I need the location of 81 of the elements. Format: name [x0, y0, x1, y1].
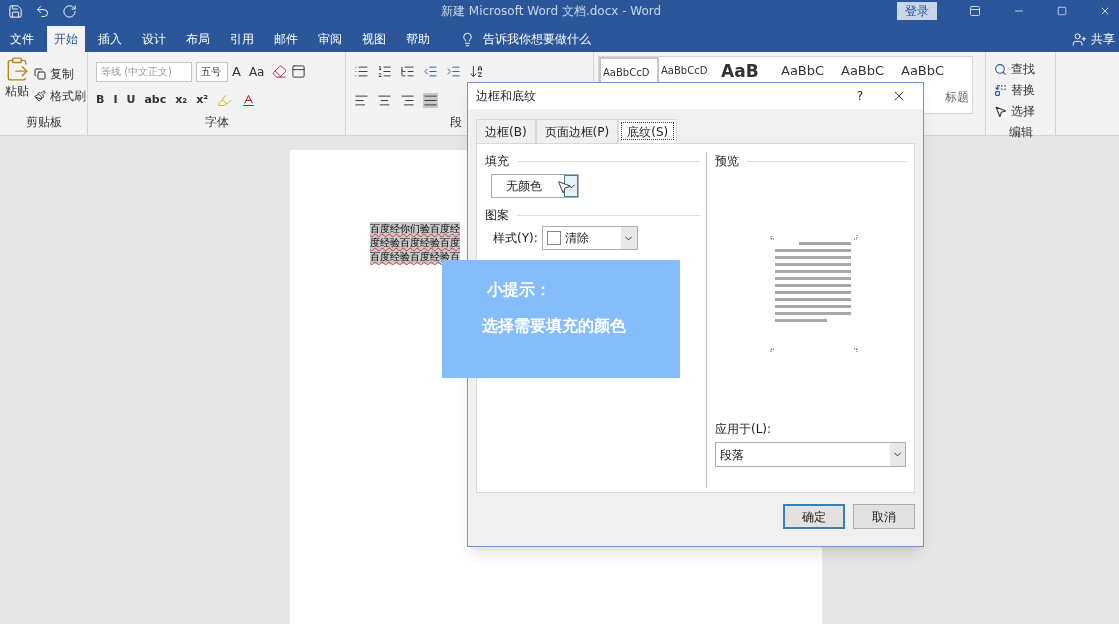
ribbon-display-icon[interactable]: [969, 5, 981, 17]
sort-icon[interactable]: [469, 64, 484, 80]
align-center-icon[interactable]: [377, 92, 392, 108]
group-label: 编辑: [1007, 124, 1034, 141]
undo-icon[interactable]: [35, 3, 50, 19]
dialog-tab[interactable]: 底纹(S): [618, 119, 678, 143]
ribbon-tab[interactable]: 插入: [91, 26, 129, 52]
section-heading: 填充: [485, 153, 509, 170]
pointer-icon: [994, 104, 1007, 118]
ribbon-tab[interactable]: 开始: [47, 26, 85, 52]
help-button[interactable]: ?: [856, 87, 863, 105]
pattern-style-dropdown[interactable]: 清除: [541, 226, 638, 250]
copy-button[interactable]: 复制: [34, 65, 86, 83]
tell-me-field[interactable]: 告诉我你想要做什么: [460, 26, 591, 52]
search-icon: [994, 62, 1007, 76]
eraser-icon[interactable]: [272, 64, 288, 80]
bullet-list-icon[interactable]: [354, 64, 369, 80]
case-button[interactable]: Aa: [248, 62, 265, 81]
user-icon: [1072, 31, 1087, 47]
window-title: 新建 Microsoft Word 文档.docx - Word: [441, 3, 662, 20]
ribbon-tab[interactable]: 邮件: [267, 26, 305, 52]
brush-icon: [34, 90, 46, 102]
dialog-tab[interactable]: 边框(B): [476, 119, 536, 143]
format-painter-button[interactable]: 格式刷: [34, 87, 86, 105]
lightbulb-icon: [460, 31, 475, 47]
copy-icon: [34, 68, 46, 80]
section-heading: 图案: [485, 207, 509, 224]
format-button[interactable]: U: [126, 92, 136, 109]
tip-text: 选择需要填充的颜色: [482, 315, 627, 337]
format-button[interactable]: x₂: [175, 92, 188, 109]
grow-font-button[interactable]: A: [232, 62, 241, 82]
cancel-button[interactable]: 取消: [853, 504, 915, 529]
replace-icon: [994, 83, 1007, 97]
replace-button[interactable]: 替换: [994, 81, 1047, 99]
mouse-cursor-icon: [556, 179, 572, 195]
ribbon-tab[interactable]: 帮助: [399, 26, 437, 52]
group-label: 段: [450, 114, 462, 131]
field-label: 应用于(L):: [715, 421, 773, 438]
dialog-title: 边框和底纹: [476, 88, 536, 105]
font-color-icon[interactable]: [241, 92, 257, 108]
document-text: 度经验百度经验百度: [370, 236, 460, 250]
font-size-field[interactable]: 五号: [196, 61, 228, 82]
ok-button[interactable]: 确定: [783, 504, 845, 529]
justify-icon[interactable]: [423, 92, 438, 108]
dialog-tab[interactable]: 页面边框(P): [535, 119, 619, 143]
format-button[interactable]: abc: [144, 92, 167, 109]
decrease-indent-icon[interactable]: [423, 64, 438, 80]
format-button[interactable]: B: [96, 92, 105, 109]
numbered-list-icon[interactable]: [377, 64, 392, 80]
field-label: 样式(Y):: [493, 230, 538, 247]
border-text-icon[interactable]: [291, 64, 307, 80]
redo-icon[interactable]: [62, 3, 77, 19]
format-button[interactable]: I: [113, 92, 118, 109]
paste-button[interactable]: 粘贴: [4, 56, 30, 113]
group-label: 字体: [203, 114, 230, 131]
document-text: 百度经你们验百度经: [370, 222, 460, 236]
apply-to-dropdown[interactable]: 段落: [715, 442, 906, 467]
close-icon[interactable]: [1099, 5, 1111, 17]
ribbon-tab[interactable]: 审阅: [311, 26, 349, 52]
style-caption: 标题: [945, 89, 969, 106]
group-label: 剪贴板: [24, 114, 63, 131]
multilevel-list-icon[interactable]: [400, 64, 415, 80]
fill-color-dropdown[interactable]: 无颜色: [491, 174, 579, 198]
share-button[interactable]: 共享: [1072, 26, 1115, 52]
tip-title: 小提示：: [487, 279, 552, 301]
ribbon-tab[interactable]: 布局: [179, 26, 217, 52]
section-heading: 预览: [715, 153, 739, 170]
align-left-icon[interactable]: [354, 92, 369, 108]
ribbon-tab[interactable]: 文件: [3, 26, 41, 52]
restore-icon[interactable]: [1057, 6, 1067, 16]
select-button[interactable]: 选择: [994, 102, 1047, 120]
save-icon[interactable]: [8, 3, 23, 19]
align-right-icon[interactable]: [400, 92, 415, 108]
ribbon-tab[interactable]: 视图: [355, 26, 393, 52]
login-button[interactable]: 登录: [897, 2, 937, 20]
format-button[interactable]: x²: [196, 92, 209, 109]
swatch-icon: [546, 231, 561, 245]
find-button[interactable]: 查找: [994, 60, 1047, 78]
ribbon-tab[interactable]: 引用: [223, 26, 261, 52]
ribbon-tab[interactable]: 设计: [135, 26, 173, 52]
increase-indent-icon[interactable]: [446, 64, 461, 80]
